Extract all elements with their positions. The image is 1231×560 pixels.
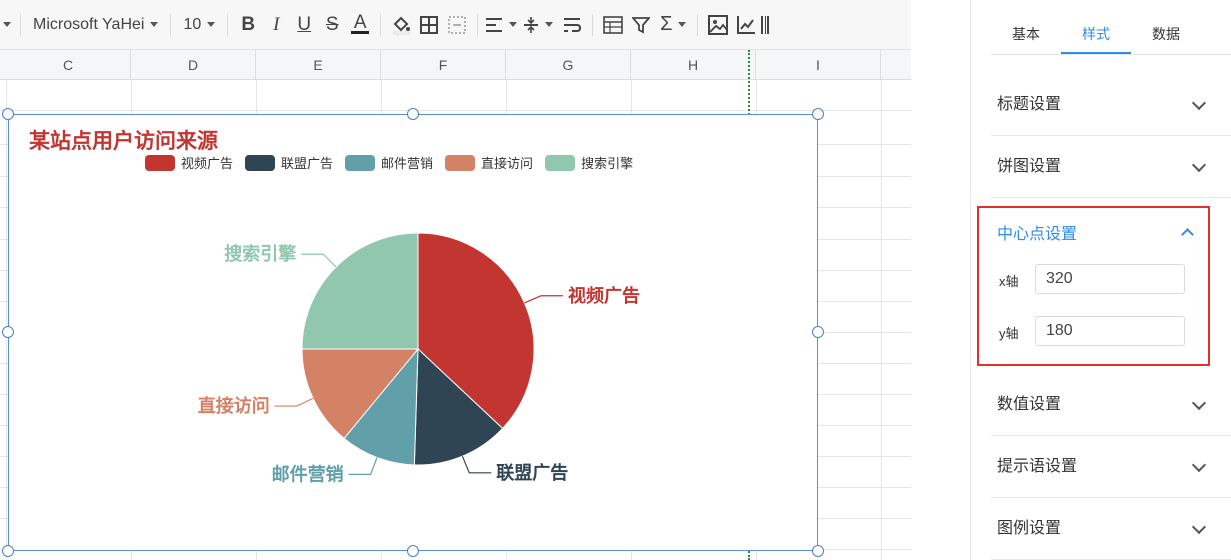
slice-label: 联盟广告 xyxy=(496,462,568,483)
column-header: C D E F G H I xyxy=(0,50,911,80)
section-tooltip-settings[interactable]: 提示语设置 xyxy=(991,436,1231,498)
font-family-select[interactable]: Microsoft YaHei xyxy=(27,10,164,40)
align-icon[interactable] xyxy=(484,10,518,40)
chevron-up-icon[interactable] xyxy=(1181,228,1194,241)
chevron-down-icon xyxy=(545,22,554,27)
resize-handle-bottom-right[interactable] xyxy=(812,545,824,557)
toolbar-separator xyxy=(20,13,21,36)
barcode-icon[interactable] xyxy=(760,10,770,40)
resize-handle-top-left[interactable] xyxy=(2,108,14,120)
merge-cells-icon[interactable] xyxy=(443,10,471,40)
slice-label: 直接访问 xyxy=(198,395,270,416)
section-title-settings-label: 标题设置 xyxy=(997,96,1062,113)
toolbar-separator xyxy=(170,13,172,36)
chevron-down-icon xyxy=(1191,457,1207,473)
collapsed-dropdown-caret[interactable] xyxy=(0,10,14,40)
chart-icon[interactable] xyxy=(732,10,760,40)
font-family-value: Microsoft YaHei xyxy=(33,15,145,33)
column-header-c[interactable]: C xyxy=(6,50,131,80)
pie-chart[interactable]: 视频广告联盟广告 邮件营销 直接访问 搜索引擎 xyxy=(9,115,817,550)
slice-label: 搜索引擎 xyxy=(224,243,296,264)
toolbar-separator xyxy=(477,13,479,36)
center-y-input[interactable] xyxy=(1035,316,1185,346)
resize-handle-top[interactable] xyxy=(407,108,419,120)
slice-label: 邮件营销 xyxy=(272,463,344,484)
wrap-text-icon[interactable] xyxy=(558,10,586,40)
tab-data[interactable]: 数据 xyxy=(1131,0,1201,54)
toolbar-separator xyxy=(227,13,229,36)
toolbar: Microsoft YaHei 10 B I U S A Σ xyxy=(0,0,911,50)
section-pie-settings-label: 饼图设置 xyxy=(997,158,1062,175)
italic-icon[interactable]: I xyxy=(262,10,290,40)
pie-slice[interactable] xyxy=(301,232,419,350)
toolbar-separator xyxy=(697,13,699,36)
chevron-down-icon xyxy=(1191,395,1207,411)
resize-handle-bottom[interactable] xyxy=(407,545,419,557)
resize-handle-top-right[interactable] xyxy=(812,108,824,120)
column-header-h[interactable]: H xyxy=(631,50,756,80)
chart-container[interactable]: 某站点用户访问来源 视频广告 联盟广告 邮件营销 直接访问 搜索引擎 视频广告 联盟广告邮… xyxy=(8,114,818,551)
label-leader-line xyxy=(461,455,492,474)
fill-color-icon[interactable] xyxy=(387,10,415,40)
chevron-down-icon xyxy=(1191,95,1207,111)
font-color-icon[interactable]: A xyxy=(346,10,374,40)
column-header-i[interactable]: I xyxy=(756,50,881,80)
section-center-settings: 中心点设置 x轴 y轴 xyxy=(977,206,1210,366)
label-leader-line xyxy=(274,397,314,407)
table-icon[interactable] xyxy=(599,10,627,40)
resize-handle-right[interactable] xyxy=(812,326,824,338)
section-title-settings[interactable]: 标题设置 xyxy=(991,74,1231,136)
column-header-e[interactable]: E xyxy=(256,50,381,80)
sum-icon[interactable]: Σ xyxy=(655,10,691,40)
page-break-line xyxy=(748,50,750,122)
strikethrough-icon[interactable]: S xyxy=(318,10,346,40)
font-size-select[interactable]: 10 xyxy=(177,10,221,40)
vertical-align-icon[interactable] xyxy=(518,10,558,40)
column-header-f[interactable]: F xyxy=(381,50,506,80)
resize-handle-left[interactable] xyxy=(2,326,14,338)
x-axis-label: x轴 xyxy=(999,274,1019,289)
column-header-d[interactable]: D xyxy=(131,50,256,80)
borders-icon[interactable] xyxy=(415,10,443,40)
section-legend-settings[interactable]: 图例设置 xyxy=(991,498,1231,560)
center-x-input[interactable] xyxy=(1035,264,1185,294)
slice-label: 视频广告 xyxy=(568,285,640,306)
resize-handle-bottom-left[interactable] xyxy=(2,545,14,557)
panel-tabs: 基本 样式 数据 xyxy=(991,0,1231,55)
font-size-value: 10 xyxy=(183,15,202,33)
section-value-settings-label: 数值设置 xyxy=(997,396,1062,413)
toolbar-separator xyxy=(592,13,594,36)
underline-icon[interactable]: U xyxy=(290,10,318,40)
label-leader-line xyxy=(301,253,337,268)
y-axis-label: y轴 xyxy=(999,326,1019,341)
section-value-settings[interactable]: 数值设置 xyxy=(991,374,1231,436)
section-legend-settings-label: 图例设置 xyxy=(997,520,1062,537)
label-leader-line xyxy=(524,295,563,304)
bold-icon[interactable]: B xyxy=(234,10,262,40)
filter-icon[interactable] xyxy=(627,10,655,40)
label-leader-line xyxy=(348,457,378,475)
chevron-down-icon xyxy=(1191,157,1207,173)
chevron-down-icon xyxy=(678,22,687,27)
section-tooltip-settings-label: 提示语设置 xyxy=(997,458,1078,475)
section-pie-settings[interactable]: 饼图设置 xyxy=(991,136,1231,198)
tab-basic[interactable]: 基本 xyxy=(991,0,1061,54)
chevron-down-icon xyxy=(509,22,518,27)
image-icon[interactable] xyxy=(704,10,732,40)
chevron-down-icon xyxy=(150,22,159,27)
chevron-down-icon xyxy=(1191,519,1207,535)
chevron-down-icon xyxy=(207,22,216,27)
section-center-settings-label[interactable]: 中心点设置 xyxy=(997,220,1077,244)
tab-style[interactable]: 样式 xyxy=(1061,0,1131,54)
toolbar-separator xyxy=(380,13,382,36)
column-header-g[interactable]: G xyxy=(506,50,631,80)
